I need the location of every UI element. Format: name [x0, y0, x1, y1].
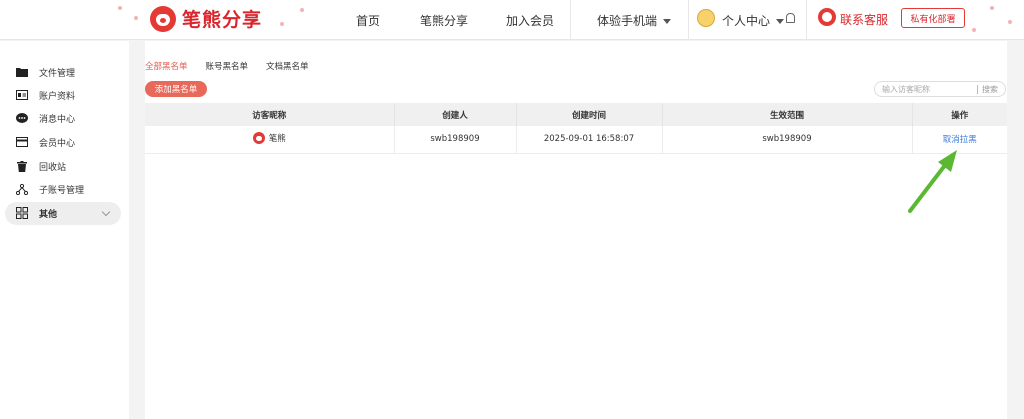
unblock-link[interactable]: 取消拉黑	[943, 135, 977, 145]
bell-icon[interactable]	[786, 13, 795, 23]
add-blacklist-button[interactable]: 添加黑名单	[145, 81, 207, 97]
user-center-menu[interactable]: 个人中心	[722, 12, 785, 29]
caret-down-icon	[776, 19, 785, 24]
table-header-row: 访客昵称 创建人 创建时间 生效范围 操作	[145, 103, 1007, 126]
nav-membership[interactable]: 加入会员	[506, 12, 554, 29]
customer-service-icon[interactable]	[818, 8, 836, 26]
search-divider	[977, 85, 978, 94]
tab-account-blacklist[interactable]: 账号黑名单	[206, 60, 249, 72]
org-icon	[16, 183, 28, 195]
sidebar-item-label: 文件管理	[39, 68, 76, 79]
caret-down-icon	[663, 19, 672, 24]
private-deploy-button[interactable]: 私有化部署	[901, 8, 965, 28]
creator-cell: swb198909	[394, 126, 517, 154]
visitor-avatar-icon	[252, 131, 265, 144]
chevron-down-icon	[101, 207, 111, 217]
column-header-scope: 生效范围	[662, 103, 913, 126]
table-row: 笔熊 swb198909 2025-09-01 16:58:07 swb1989…	[145, 126, 1007, 154]
tab-document-blacklist[interactable]: 文档黑名单	[266, 60, 309, 72]
sidebar-item-label: 其他	[39, 210, 58, 220]
user-avatar[interactable]	[697, 9, 715, 27]
nav-mobile-label: 体验手机端	[597, 14, 658, 28]
trash-icon	[16, 160, 28, 172]
nav-divider	[806, 0, 807, 40]
column-header-visitor: 访客昵称	[145, 103, 395, 126]
sidebar-item-label: 账户资料	[39, 91, 76, 102]
sidebar-item-label: 消息中心	[39, 114, 76, 125]
annotation-arrow-icon	[908, 150, 957, 213]
sidebar-item-label: 会员中心	[39, 138, 76, 149]
sidebar-item-trash[interactable]: 回收站	[0, 156, 129, 176]
nav-share[interactable]: 笔熊分享	[420, 12, 468, 29]
folder-icon	[16, 66, 28, 78]
visitor-cell: 笔熊	[145, 126, 395, 154]
sidebar-item-messages[interactable]: 消息中心	[0, 108, 129, 128]
card-icon	[16, 136, 28, 148]
grid-icon	[16, 207, 28, 219]
tab-all-blacklist[interactable]: 全部黑名单	[145, 60, 188, 72]
search-input[interactable]	[882, 83, 974, 95]
sidebar-item-label: 回收站	[39, 162, 67, 173]
sidebar-item-membership[interactable]: 会员中心	[0, 132, 129, 152]
scope-cell: swb198909	[662, 126, 913, 154]
brand-logo[interactable]: 笔熊分享	[150, 5, 262, 32]
sidebar-item-account[interactable]: 账户资料	[0, 85, 129, 105]
brand-name: 笔熊分享	[182, 9, 263, 31]
sidebar-item-files[interactable]: 文件管理	[0, 62, 129, 82]
nav-mobile[interactable]: 体验手机端	[597, 12, 672, 29]
blacklist-panel: 全部黑名单 账号黑名单 文档黑名单 添加黑名单 搜索 访客昵称 创建人 创建时间…	[145, 41, 1007, 419]
visitor-search: 搜索	[874, 81, 1006, 97]
sidebar-item-subaccounts[interactable]: 子账号管理	[0, 179, 129, 199]
contact-service-link[interactable]: 联系客服	[840, 11, 888, 28]
column-header-action: 操作	[912, 103, 1007, 126]
blacklist-table: 访客昵称 创建人 创建时间 生效范围 操作 笔熊 swb198909 2025-…	[145, 103, 1007, 154]
sidebar-item-other[interactable]: 其他	[5, 202, 121, 225]
id-card-icon	[16, 89, 28, 101]
nav-home[interactable]: 首页	[356, 12, 380, 29]
message-icon	[16, 112, 28, 124]
blacklist-tabs: 全部黑名单 账号黑名单 文档黑名单	[145, 60, 309, 72]
user-center-label: 个人中心	[722, 14, 771, 28]
bear-logo-icon	[150, 5, 176, 32]
column-header-created-at: 创建时间	[516, 103, 663, 126]
search-button[interactable]: 搜索	[982, 84, 998, 95]
nav-divider	[570, 0, 571, 40]
nav-divider	[688, 0, 689, 40]
top-header: 笔熊分享 首页 笔熊分享 加入会员 体验手机端 个人中心 联系客服 私有化部署	[0, 0, 1024, 40]
sidebar-item-label: 子账号管理	[39, 185, 85, 196]
sidebar: 文件管理 账户资料 消息中心 会员中心 回收站 子账号管理 其他	[0, 41, 129, 419]
visitor-name: 笔熊	[268, 133, 286, 144]
column-header-creator: 创建人	[394, 103, 517, 126]
created-at-cell: 2025-09-01 16:58:07	[516, 126, 663, 154]
main-content: 全部黑名单 账号黑名单 文档黑名单 添加黑名单 搜索 访客昵称 创建人 创建时间…	[129, 41, 1024, 419]
